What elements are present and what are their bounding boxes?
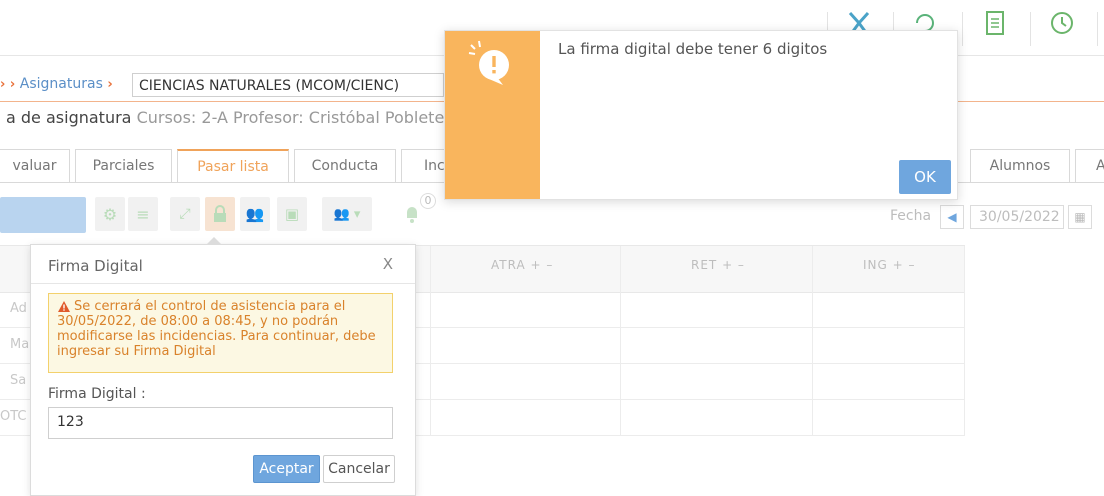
table-cell[interactable]	[812, 399, 813, 435]
divider	[31, 283, 415, 284]
row-label: Ad	[10, 301, 27, 316]
table-cell[interactable]	[430, 291, 431, 327]
blue-action-button[interactable]	[0, 197, 86, 233]
divider	[962, 12, 963, 46]
table-cell[interactable]	[430, 327, 431, 363]
lock-icon[interactable]	[205, 197, 235, 231]
table-cell[interactable]	[812, 327, 813, 363]
close-button[interactable]: X	[383, 255, 393, 273]
divider	[812, 246, 813, 292]
history-icon[interactable]	[1047, 8, 1077, 38]
table-cell[interactable]	[812, 363, 813, 399]
user-group-icon[interactable]: 👥	[240, 197, 270, 231]
tab-alumnos[interactable]: Alumnos	[970, 149, 1070, 182]
chevron-right-icon: ›	[9, 77, 20, 92]
table-cell[interactable]	[620, 399, 621, 435]
breadcrumb: › › Asignaturas ›	[0, 76, 113, 92]
popover-arrow	[206, 237, 222, 245]
divider	[964, 399, 965, 435]
calendar-icon[interactable]: ▦	[1068, 205, 1092, 229]
aceptar-button[interactable]: Aceptar	[253, 455, 320, 483]
ok-button[interactable]: OK	[899, 160, 951, 194]
row-label: Sa	[10, 373, 27, 388]
divider	[964, 246, 965, 292]
column-header-atra[interactable]: ATRA + –	[491, 258, 553, 272]
breadcrumb-link-asignaturas[interactable]: Asignaturas	[20, 76, 103, 92]
tab-parciales[interactable]: Parciales	[75, 149, 172, 182]
divider	[964, 363, 965, 399]
column-header-ret[interactable]: RET + –	[691, 258, 745, 272]
notification-bell-icon[interactable]: 0	[392, 193, 436, 231]
document-icon[interactable]	[980, 8, 1010, 38]
row-label: OTC	[0, 409, 27, 424]
popup-title: Firma Digital	[48, 257, 143, 275]
course-info: Cursos: 2-A Profesor: Cristóbal Poblete …	[136, 108, 460, 127]
users-dropdown-icon[interactable]: 👥 ▾	[322, 197, 372, 231]
date-prev-button[interactable]: ◀	[940, 205, 964, 229]
divider	[430, 246, 431, 292]
warning-icon	[58, 301, 70, 312]
tab-conducta[interactable]: Conducta	[294, 149, 396, 182]
chevron-right-icon: ›	[0, 77, 10, 92]
fecha-label: Fecha	[890, 208, 932, 224]
alert-dialog: La firma digital debe tener 6 digitos OK	[444, 30, 958, 200]
list-icon[interactable]: ≡	[128, 197, 158, 231]
divider	[1030, 12, 1031, 46]
alert-side-panel	[445, 31, 540, 199]
warning-message: Se cerrará el control de asistencia para…	[48, 293, 393, 373]
alert-speech-icon	[468, 40, 509, 85]
chevron-right-icon: ›	[107, 77, 113, 92]
subject-select[interactable]: CIENCIAS NATURALES (MCOM/CIENC)	[132, 73, 444, 97]
tab-more[interactable]: A	[1075, 149, 1104, 182]
alert-message: La firma digital debe tener 6 digitos	[558, 40, 828, 58]
expand-icon[interactable]: ⤢	[170, 197, 200, 231]
export-icon[interactable]: ▣	[277, 197, 307, 231]
table-cell[interactable]	[620, 291, 621, 327]
table-cell[interactable]	[620, 363, 621, 399]
warning-text: Se cerrará el control de asistencia para…	[57, 299, 376, 359]
date-input[interactable]: 30/05/2022	[970, 205, 1064, 229]
divider	[964, 291, 965, 327]
tab-evaluar[interactable]: valuar	[0, 149, 70, 182]
divider	[964, 327, 965, 363]
row-label: Ma	[10, 337, 30, 352]
divider	[620, 246, 621, 292]
firma-digital-input[interactable]: 123	[48, 407, 393, 439]
table-cell[interactable]	[812, 291, 813, 327]
page-title-main: a de asignatura	[6, 108, 132, 127]
table-cell[interactable]	[620, 327, 621, 363]
page-title: a de asignatura Cursos: 2-A Profesor: Cr…	[6, 108, 460, 127]
divider	[1097, 12, 1098, 46]
firma-digital-popup: Firma Digital X Se cerrará el control de…	[30, 244, 416, 496]
table-cell[interactable]	[430, 399, 431, 435]
column-header-ing[interactable]: ING + –	[863, 258, 916, 272]
cancelar-button[interactable]: Cancelar	[323, 455, 395, 483]
notification-count: 0	[420, 193, 436, 209]
settings-icon[interactable]: ⚙	[95, 197, 125, 231]
table-cell[interactable]	[430, 363, 431, 399]
firma-field-label: Firma Digital :	[48, 386, 146, 402]
tab-pasar-lista[interactable]: Pasar lista	[177, 149, 289, 183]
